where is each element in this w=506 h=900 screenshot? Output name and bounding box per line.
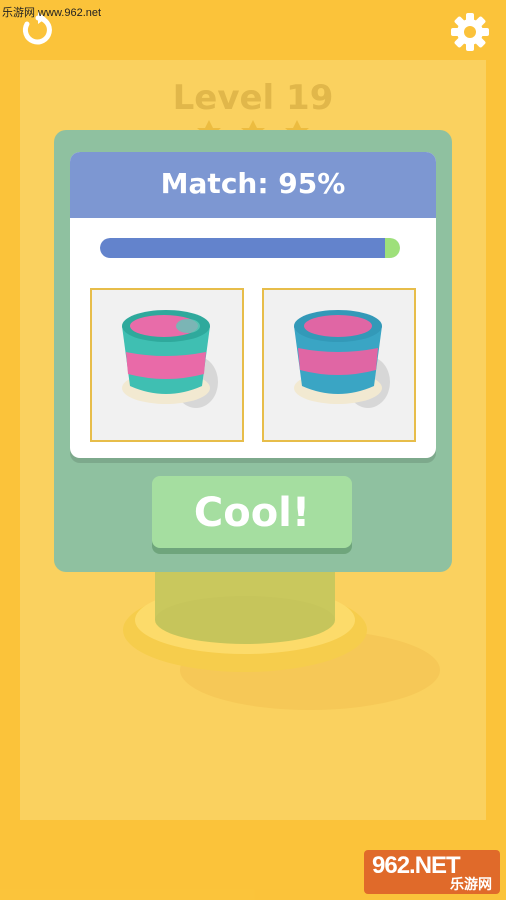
cool-button[interactable]: Cool! (152, 476, 352, 548)
result-pot-preview (262, 288, 416, 442)
match-progress-fill (100, 238, 385, 258)
watermark-brand-sub: 乐游网 (450, 876, 492, 892)
match-title: Match: 95% (70, 152, 436, 218)
level-title: Level 19 (172, 78, 334, 118)
gear-icon[interactable] (450, 12, 490, 52)
match-progress-bar (100, 238, 400, 258)
target-pot-preview (90, 288, 244, 442)
watermark-logo: 962.NET 乐游网 (364, 850, 500, 894)
watermark-top-text: 乐游网 www.962.net (2, 7, 102, 19)
result-dialog: Match: 95% Cool! (54, 130, 452, 572)
result-pot-image (294, 310, 390, 408)
match-progress-remainder (385, 238, 400, 258)
match-card: Match: 95% (70, 152, 436, 458)
target-pot-image (122, 310, 218, 408)
watermark-brand: 962.NET (372, 852, 461, 879)
